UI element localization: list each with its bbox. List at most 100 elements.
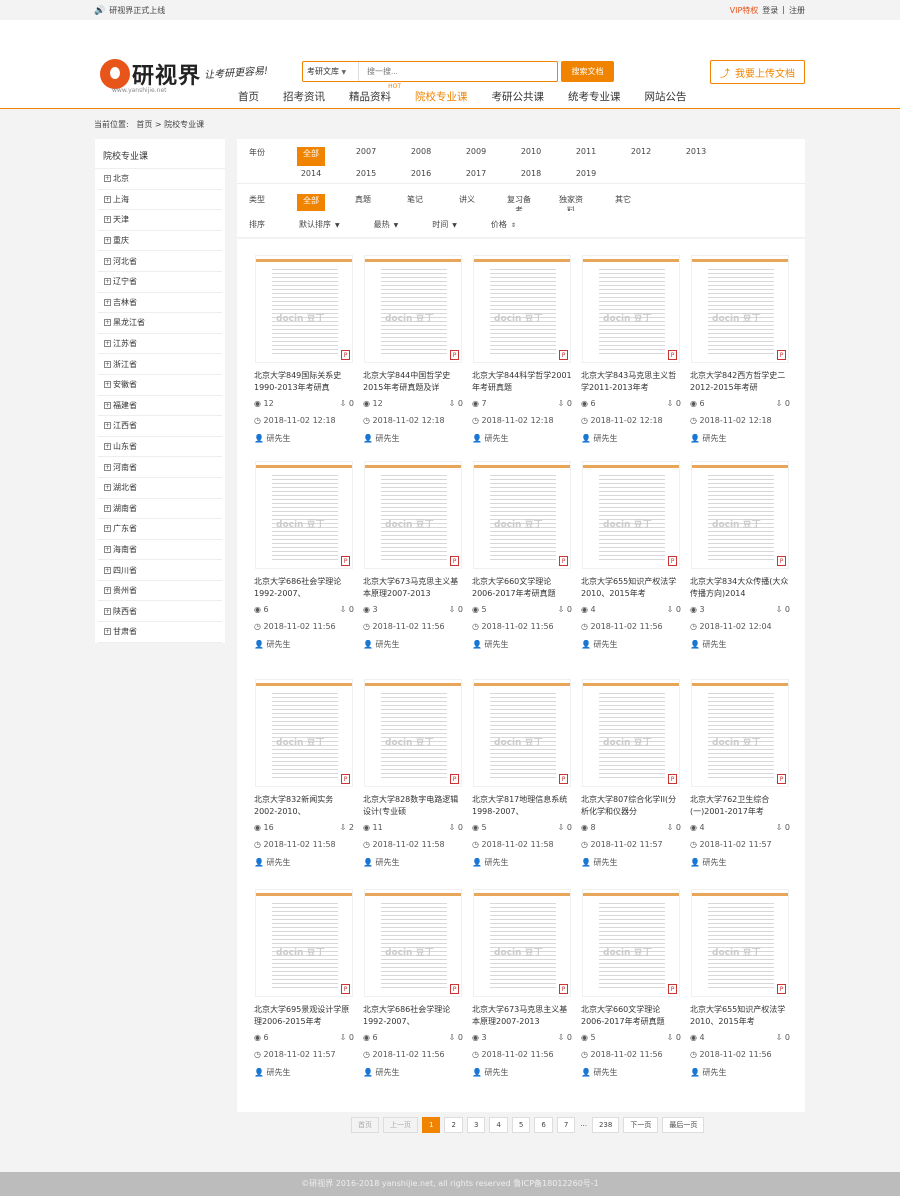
page-button[interactable]: 238 xyxy=(591,1117,620,1133)
document-thumbnail[interactable]: docin 豆丁 P xyxy=(255,679,353,787)
document-thumbnail[interactable]: docin 豆丁 P xyxy=(582,255,680,363)
document-card[interactable]: docin 豆丁 P 北京大学762卫生综合(一)2001-2017年考 ◉ 4 ⇩ 0… xyxy=(686,679,794,868)
page-button[interactable]: 7 xyxy=(556,1117,576,1133)
sidebar-item[interactable]: + 广东省 xyxy=(98,519,222,540)
year-option[interactable]: 2017 xyxy=(462,169,490,184)
page-button[interactable]: 4 xyxy=(489,1117,508,1133)
document-title[interactable]: 北京大学832新闻实务2002-2010、 xyxy=(250,794,358,818)
breadcrumb-home[interactable]: 首页 xyxy=(136,120,152,129)
document-title[interactable]: 北京大学686社会学理论1992-2007、 xyxy=(250,576,358,600)
document-title[interactable]: 北京大学834大众传播(大众传播方向)2014 xyxy=(686,576,794,600)
document-thumbnail[interactable]: docin 豆丁 P xyxy=(691,679,789,787)
document-thumbnail[interactable]: docin 豆丁 P xyxy=(255,255,353,363)
document-thumbnail[interactable]: docin 豆丁 P xyxy=(582,461,680,569)
nav-item[interactable]: 考研公共课 xyxy=(492,89,545,104)
document-title[interactable]: 北京大学817地理信息系统1998-2007、 xyxy=(468,794,576,818)
year-option[interactable]: 全部 xyxy=(297,147,325,166)
document-title[interactable]: 北京大学762卫生综合(一)2001-2017年考 xyxy=(686,794,794,818)
year-option[interactable]: 2007 xyxy=(352,147,380,166)
document-title[interactable]: 北京大学807综合化学II(分析化学和仪器分 xyxy=(577,794,685,818)
document-thumbnail[interactable]: docin 豆丁 P xyxy=(691,255,789,363)
sidebar-item[interactable]: + 上海 xyxy=(98,190,222,211)
document-card[interactable]: docin 豆丁 P 北京大学655知识产权法学2010、2015年考 ◉ 4 ⇩ 0 ◷… xyxy=(686,889,794,1078)
document-card[interactable]: docin 豆丁 P 北京大学660文学理论2006-2017年考研真题 ◉ 5 ⇩ 0… xyxy=(468,461,576,650)
document-title[interactable]: 北京大学660文学理论2006-2017年考研真题 xyxy=(468,576,576,600)
document-card[interactable]: docin 豆丁 P 北京大学843马克思主义哲学2011-2013年考 ◉ 6 ⇩ 0… xyxy=(577,255,685,444)
document-title[interactable]: 北京大学828数字电路逻辑设计(专业硕 xyxy=(359,794,467,818)
document-thumbnail[interactable]: docin 豆丁 P xyxy=(582,679,680,787)
document-title[interactable]: 北京大学660文学理论2006-2017年考研真题 xyxy=(577,1004,685,1028)
document-title[interactable]: 北京大学844科学哲学2001年考研真题 xyxy=(468,370,576,394)
page-button[interactable]: 5 xyxy=(511,1117,531,1133)
site-logo[interactable]: 研视界 www.yanshijie.net xyxy=(100,58,201,94)
document-thumbnail[interactable]: docin 豆丁 P xyxy=(473,461,571,569)
register-link[interactable]: 注册 xyxy=(789,5,805,16)
year-option[interactable]: 2012 xyxy=(627,147,655,166)
sidebar-item[interactable]: + 湖北省 xyxy=(98,478,222,499)
year-option[interactable]: 2014 xyxy=(297,169,325,184)
document-title[interactable]: 北京大学673马克思主义基本原理2007-2013 xyxy=(359,576,467,600)
document-card[interactable]: docin 豆丁 P 北京大学686社会学理论1992-2007、 ◉ 6 ⇩ 0 ◷ 2… xyxy=(250,461,358,650)
document-card[interactable]: docin 豆丁 P 北京大学849国际关系史1990-2013年考研真 ◉ 12 ⇩ … xyxy=(250,255,358,444)
sort-option[interactable]: 最热 ▼ xyxy=(374,219,399,230)
sidebar-item[interactable]: + 福建省 xyxy=(98,396,222,417)
sidebar-item[interactable]: + 北京 xyxy=(98,169,222,190)
sidebar-item[interactable]: + 湖南省 xyxy=(98,499,222,520)
nav-item[interactable]: 精品资料 HOT xyxy=(349,83,401,104)
document-thumbnail[interactable]: docin 豆丁 P xyxy=(473,679,571,787)
sidebar-item[interactable]: + 辽宁省 xyxy=(98,272,222,293)
sidebar-item[interactable]: + 江苏省 xyxy=(98,334,222,355)
sidebar-item[interactable]: + 山东省 xyxy=(98,437,222,458)
sidebar-item[interactable]: + 河南省 xyxy=(98,457,222,478)
document-card[interactable]: docin 豆丁 P 北京大学817地理信息系统1998-2007、 ◉ 5 ⇩ 0 ◷ … xyxy=(468,679,576,868)
sort-option[interactable]: 时间 ▼ xyxy=(432,219,457,230)
page-button[interactable]: 6 xyxy=(534,1117,553,1133)
sidebar-item[interactable]: + 天津 xyxy=(98,210,222,231)
document-card[interactable]: docin 豆丁 P 北京大学673马克思主义基本原理2007-2013 ◉ 3 ⇩ 0… xyxy=(468,889,576,1078)
sidebar-item[interactable]: + 贵州省 xyxy=(98,581,222,602)
document-thumbnail[interactable]: docin 豆丁 P xyxy=(364,679,462,787)
sidebar-item[interactable]: + 甘肃省 xyxy=(98,622,222,643)
document-thumbnail[interactable]: docin 豆丁 P xyxy=(582,889,680,997)
document-title[interactable]: 北京大学673马克思主义基本原理2007-2013 xyxy=(468,1004,576,1028)
document-card[interactable]: docin 豆丁 P 北京大学695景观设计学原理2006-2015年考 ◉ 6 ⇩ 0… xyxy=(250,889,358,1078)
document-thumbnail[interactable]: docin 豆丁 P xyxy=(255,461,353,569)
document-title[interactable]: 北京大学655知识产权法学2010、2015年考 xyxy=(577,576,685,600)
document-title[interactable]: 北京大学842西方哲学史二2012-2015年考研 xyxy=(686,370,794,394)
document-card[interactable]: docin 豆丁 P 北京大学842西方哲学史二2012-2015年考研 ◉ 6 ⇩ 0… xyxy=(686,255,794,444)
page-button[interactable]: 3 xyxy=(466,1117,486,1133)
year-option[interactable]: 2009 xyxy=(462,147,490,166)
year-option[interactable]: 2013 xyxy=(682,147,710,166)
nav-item[interactable]: 院校专业课 xyxy=(415,89,468,104)
nav-item[interactable]: 网站公告 xyxy=(645,89,687,104)
document-card[interactable]: docin 豆丁 P 北京大学807综合化学II(分析化学和仪器分 ◉ 8 ⇩ 0 ◷ 2… xyxy=(577,679,685,868)
document-title[interactable]: 北京大学849国际关系史1990-2013年考研真 xyxy=(250,370,358,394)
document-card[interactable]: docin 豆丁 P 北京大学655知识产权法学2010、2015年考 ◉ 4 ⇩ 0 ◷… xyxy=(577,461,685,650)
document-title[interactable]: 北京大学843马克思主义哲学2011-2013年考 xyxy=(577,370,685,394)
document-card[interactable]: docin 豆丁 P 北京大学686社会学理论1992-2007、 ◉ 6 ⇩ 0 ◷ 2… xyxy=(359,889,467,1078)
document-thumbnail[interactable]: docin 豆丁 P xyxy=(691,889,789,997)
sort-option[interactable]: 价格 ⇕ xyxy=(491,219,516,230)
sidebar-item[interactable]: + 四川省 xyxy=(98,560,222,581)
next-page-button[interactable]: 下一页 xyxy=(623,1117,659,1133)
year-option[interactable]: 2011 xyxy=(572,147,600,166)
year-option[interactable]: 2010 xyxy=(517,147,545,166)
last-page-button[interactable]: 最后一页 xyxy=(662,1117,705,1133)
nav-item[interactable]: 统考专业课 xyxy=(568,89,621,104)
sidebar-item[interactable]: + 陕西省 xyxy=(98,601,222,623)
year-option[interactable]: 2008 xyxy=(407,147,435,166)
search-button[interactable]: 搜索文档 xyxy=(561,61,614,82)
search-input[interactable] xyxy=(359,62,557,81)
sidebar-item[interactable]: + 浙江省 xyxy=(98,354,222,375)
document-card[interactable]: docin 豆丁 P 北京大学828数字电路逻辑设计(专业硕 ◉ 11 ⇩ 0 ◷ 201… xyxy=(359,679,467,868)
vip-link[interactable]: VIP特权 xyxy=(730,5,759,16)
document-card[interactable]: docin 豆丁 P 北京大学832新闻实务2002-2010、 ◉ 16 ⇩ 2 ◷ 2… xyxy=(250,679,358,868)
document-title[interactable]: 北京大学686社会学理论1992-2007、 xyxy=(359,1004,467,1028)
sort-option[interactable]: 默认排序 ▼ xyxy=(299,219,340,230)
login-link[interactable]: 登录 xyxy=(762,5,778,16)
page-button[interactable]: 1 xyxy=(422,1117,441,1133)
year-option[interactable]: 2018 xyxy=(517,169,545,184)
year-option[interactable]: 2015 xyxy=(352,169,380,184)
document-card[interactable]: docin 豆丁 P 北京大学844科学哲学2001年考研真题 ◉ 7 ⇩ 0 ◷ 201… xyxy=(468,255,576,444)
document-thumbnail[interactable]: docin 豆丁 P xyxy=(255,889,353,997)
